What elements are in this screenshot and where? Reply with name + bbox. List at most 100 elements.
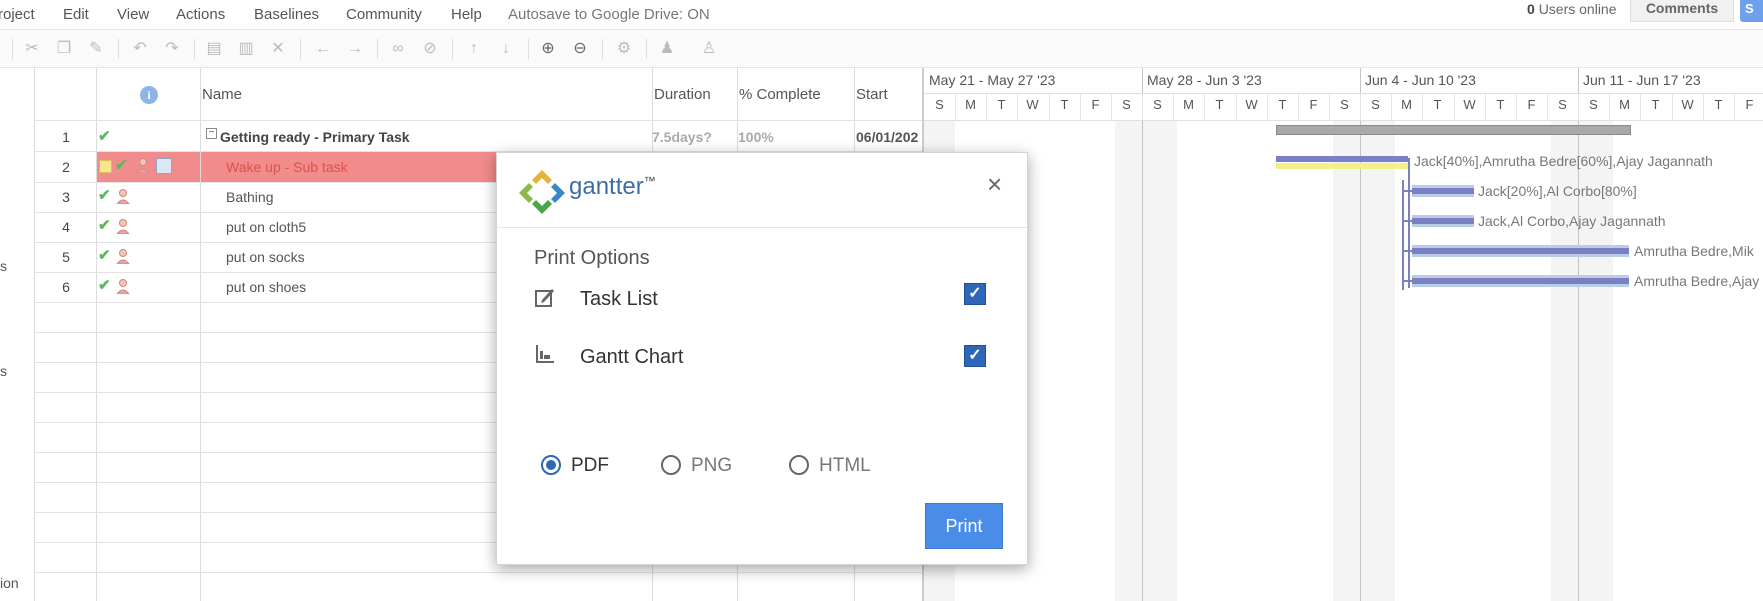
option-gantt-chart-label[interactable]: Gantt Chart (580, 346, 683, 369)
outdent-icon[interactable]: ← (313, 39, 333, 59)
link-icon[interactable]: ∞ (388, 39, 408, 59)
task-bar[interactable] (1412, 245, 1629, 257)
task-name[interactable]: put on socks (226, 249, 305, 265)
insert-task-icon[interactable]: ▤ (204, 39, 224, 59)
print-button[interactable]: Print (925, 503, 1003, 549)
task-name[interactable]: put on cloth5 (226, 219, 306, 235)
format-pdf-radio[interactable] (541, 455, 561, 475)
day-label: S (1589, 97, 1598, 112)
gantt-chart-checkbox[interactable]: ✓ (964, 345, 986, 367)
complete-check-icon: ✔ (98, 128, 111, 145)
comments-button[interactable]: Comments (1630, 0, 1734, 22)
sidebar-label[interactable]: s (0, 258, 7, 274)
task-start[interactable]: 06/01/202 (856, 129, 918, 145)
row-number: 4 (62, 219, 70, 235)
day-label: W (1463, 97, 1476, 112)
move-down-icon[interactable]: ↓ (496, 39, 516, 59)
users-online-count: 0 (1527, 1, 1535, 17)
dialog-header: gantter™ × (497, 153, 1027, 228)
task-list-checkbox[interactable]: ✓ (964, 283, 986, 305)
task-name[interactable]: Getting ready - Primary Task (220, 129, 410, 145)
settings-icon[interactable]: ⚙ (614, 39, 634, 59)
cut-icon[interactable]: ✂ (22, 39, 42, 59)
task-list-icon (534, 286, 556, 308)
day-label: M (1183, 97, 1194, 112)
menu-project[interactable]: roject (0, 6, 35, 23)
share-button[interactable]: S (1740, 0, 1763, 22)
menu-help[interactable]: Help (451, 6, 482, 23)
grid-row-line (35, 120, 922, 121)
column-header-name[interactable]: Name (202, 86, 242, 103)
day-label: M (965, 97, 976, 112)
grid-divider (200, 68, 201, 601)
task-bar[interactable] (1412, 185, 1474, 197)
format-png-label[interactable]: PNG (691, 455, 732, 477)
row-number: 3 (62, 189, 70, 205)
resource-person-icon (115, 218, 131, 239)
task-duration[interactable]: 7.5days? (652, 129, 712, 145)
menu-baselines[interactable]: Baselines (254, 6, 319, 23)
resource-person-icon (115, 278, 131, 299)
task-name[interactable]: Bathing (226, 189, 273, 205)
format-html-label[interactable]: HTML (819, 455, 871, 477)
redo-icon[interactable]: ↷ (162, 39, 182, 59)
task-bar[interactable] (1412, 215, 1474, 227)
toolbar-separator (118, 39, 119, 59)
menu-community[interactable]: Community (346, 6, 422, 23)
sidebar-label[interactable]: s (0, 363, 7, 379)
toolbar-separator (602, 39, 603, 59)
indent-icon[interactable]: → (345, 39, 365, 59)
sidebar-label[interactable]: ion (0, 575, 19, 591)
menu-actions[interactable]: Actions (176, 6, 225, 23)
task-name[interactable]: Wake up - Sub task (226, 159, 348, 175)
close-icon[interactable]: × (987, 171, 1002, 197)
complete-check-icon: ✔ (98, 187, 111, 204)
resource-label: Jack,Al Corbo,Ajay Jagannath (1478, 213, 1666, 229)
week-label: May 21 - May 27 '23 (929, 72, 1056, 88)
toolbar-separator (377, 39, 378, 59)
zoom-out-icon[interactable]: ⊖ (570, 39, 590, 59)
format-pdf-label[interactable]: PDF (571, 455, 609, 477)
day-label: T (1651, 97, 1660, 112)
info-icon[interactable]: i (140, 86, 158, 104)
day-label: S (1340, 97, 1349, 112)
collapse-toggle-icon[interactable]: − (206, 128, 217, 139)
move-up-icon[interactable]: ↑ (464, 39, 484, 59)
format-png-radio[interactable] (661, 455, 681, 475)
toolbar-separator (528, 39, 529, 59)
logo-text: gantter™ (569, 173, 656, 201)
format-html-radio[interactable] (789, 455, 809, 475)
users-online-label: Users online (1538, 1, 1617, 17)
column-header-duration[interactable]: Duration (654, 86, 711, 103)
dependency-arrow (1402, 250, 1412, 252)
attachment-icon[interactable] (156, 158, 172, 174)
resource-label: Amrutha Bedre,Ajay (1634, 273, 1760, 289)
summary-task-bar[interactable] (1276, 125, 1631, 135)
delete-icon[interactable]: ✕ (268, 39, 288, 59)
task-bar[interactable] (1276, 153, 1408, 165)
day-label: S (1122, 97, 1131, 112)
column-header-start[interactable]: Start (856, 86, 888, 103)
insert-subtask-icon[interactable]: ▥ (236, 39, 256, 59)
task-complete[interactable]: 100% (738, 129, 774, 145)
complete-check-icon: ✔ (98, 247, 111, 264)
add-resource-icon[interactable]: ♙ (699, 39, 719, 59)
note-icon[interactable] (99, 160, 112, 173)
menu-edit[interactable]: Edit (63, 6, 89, 23)
task-name[interactable]: put on shoes (226, 279, 306, 295)
option-task-list-label[interactable]: Task List (580, 288, 658, 311)
grid-row-line (35, 572, 922, 573)
row-number: 6 (62, 279, 70, 295)
task-bar[interactable] (1412, 275, 1629, 287)
unlink-icon[interactable]: ⊘ (420, 39, 440, 59)
paste-format-icon[interactable]: ✎ (86, 39, 106, 59)
zoom-in-icon[interactable]: ⊕ (538, 39, 558, 59)
assign-resource-icon[interactable]: ♟ (657, 39, 677, 59)
day-label: T (1060, 97, 1069, 112)
column-header-complete[interactable]: % Complete (739, 86, 821, 103)
menu-view[interactable]: View (117, 6, 149, 23)
undo-icon[interactable]: ↶ (130, 39, 150, 59)
copy-icon[interactable]: ❐ (54, 39, 74, 59)
week-label: Jun 4 - Jun 10 '23 (1365, 72, 1476, 88)
logo-wordmark: gantter (569, 173, 644, 200)
